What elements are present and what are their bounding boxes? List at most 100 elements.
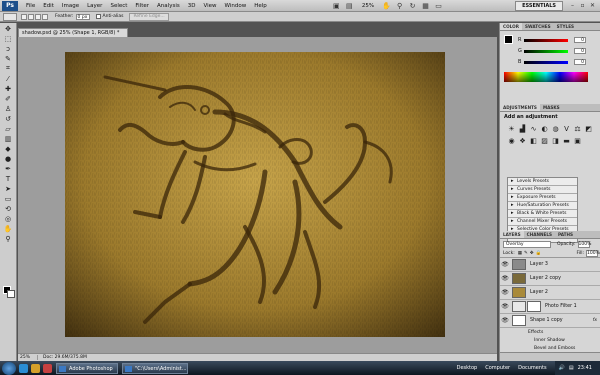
explorer-icon[interactable] xyxy=(31,363,40,373)
screen-mode-icon[interactable]: ▭ xyxy=(434,1,443,10)
tab-channels[interactable]: CHANNELS xyxy=(524,231,555,238)
menu-edit[interactable]: Edit xyxy=(39,0,58,12)
visibility-eye-icon[interactable]: 👁 xyxy=(500,261,510,268)
tab-styles[interactable]: STYLES xyxy=(554,23,577,30)
desktop-link[interactable]: Desktop xyxy=(457,365,478,371)
fx-badge[interactable]: fx xyxy=(593,318,597,323)
blend-mode-select[interactable]: Overlay xyxy=(503,240,551,248)
menu-view[interactable]: View xyxy=(199,0,220,12)
menu-help[interactable]: Help xyxy=(250,0,271,12)
refine-edge-button[interactable]: Refine Edge... xyxy=(129,12,169,21)
green-slider[interactable]: G 0 xyxy=(518,47,598,55)
opacity-input[interactable]: 100% xyxy=(577,240,591,248)
green-value[interactable]: 0 xyxy=(574,48,586,54)
layer-name[interactable]: Photo Filter 1 xyxy=(545,304,577,309)
eraser-tool-icon[interactable]: ▱ xyxy=(3,124,13,133)
document-tab[interactable]: shadow.psd @ 25% (Shape 1, RGB/8) * xyxy=(18,28,128,37)
layer-name[interactable]: Layer 2 copy xyxy=(530,276,561,281)
brightness-icon[interactable]: ☀ xyxy=(506,124,517,133)
preset-hue-saturation[interactable]: Hue/Saturation Presets xyxy=(508,202,577,210)
clone-stamp-tool-icon[interactable]: ♙ xyxy=(3,104,13,113)
photo-filter-icon[interactable]: ◉ xyxy=(506,136,517,145)
menu-file[interactable]: File xyxy=(22,0,39,12)
clock[interactable]: 23:41 xyxy=(578,365,592,371)
fill-input[interactable]: 100% xyxy=(586,249,600,257)
curves-icon[interactable]: ∿ xyxy=(528,124,539,133)
subtract-selection-icon[interactable] xyxy=(35,13,41,20)
volume-icon[interactable]: 🔊 xyxy=(559,365,565,371)
preset-levels[interactable]: Levels Presets xyxy=(508,178,577,186)
intersect-selection-icon[interactable] xyxy=(42,13,48,20)
preset-curves[interactable]: Curves Presets xyxy=(508,186,577,194)
feather-input[interactable]: 0 px xyxy=(75,13,90,20)
task-photoshop[interactable]: Adobe Photoshop ... xyxy=(56,362,118,374)
bridge-icon[interactable]: ▣ xyxy=(332,1,341,10)
move-tool-icon[interactable]: ✥ xyxy=(3,24,13,33)
zoom-tool-icon[interactable]: ⚲ xyxy=(3,234,13,243)
effect-row[interactable]: Inner Shadow xyxy=(500,336,600,344)
menu-analysis[interactable]: Analysis xyxy=(153,0,184,12)
anti-alias-checkbox[interactable] xyxy=(95,14,101,19)
layer-row[interactable]: 👁 Photo Filter 1 xyxy=(500,300,600,314)
tab-paths[interactable]: PATHS xyxy=(555,231,576,238)
menu-3d[interactable]: 3D xyxy=(184,0,200,12)
document-canvas[interactable] xyxy=(65,52,445,337)
lock-all-icon[interactable]: 🔒 xyxy=(536,251,542,256)
layer-name[interactable]: Layer 3 xyxy=(530,262,548,267)
maximize-button[interactable]: ▫ xyxy=(578,2,587,10)
layer-row[interactable]: 👁 Layer 2 xyxy=(500,286,600,300)
tab-color[interactable]: COLOR xyxy=(500,23,522,30)
zoom-level[interactable]: 25% xyxy=(362,3,374,9)
visibility-eye-icon[interactable]: 👁 xyxy=(500,275,510,282)
layer-row[interactable]: 👁 Shape 1 copy fx xyxy=(500,314,600,328)
new-selection-icon[interactable] xyxy=(21,13,27,20)
gradient-tool-icon[interactable]: ▥ xyxy=(3,134,13,143)
hand-icon[interactable]: ✋ xyxy=(382,1,391,10)
type-tool-icon[interactable]: T xyxy=(3,174,13,183)
marquee-tool-icon[interactable]: ⬚ xyxy=(3,34,13,43)
lock-position-icon[interactable]: ✥ xyxy=(530,251,534,256)
zoom-icon[interactable]: ⚲ xyxy=(395,1,404,10)
computer-link[interactable]: Computer xyxy=(485,365,510,371)
doc-size-info[interactable]: Doc: 29.6M/375.8M xyxy=(38,355,87,360)
layer-row[interactable]: 👁 Layer 3 xyxy=(500,258,600,272)
rotate-view-icon[interactable]: ↻ xyxy=(408,1,417,10)
fg-color-chip[interactable] xyxy=(504,35,513,44)
blue-value[interactable]: 0 xyxy=(574,59,586,65)
shape-tool-icon[interactable]: ▭ xyxy=(3,194,13,203)
preset-black-white[interactable]: Black & White Presets xyxy=(508,210,577,218)
3d-rotate-tool-icon[interactable]: ⟲ xyxy=(3,204,13,213)
network-icon[interactable]: ▤ xyxy=(569,365,574,371)
color-spectrum-ramp[interactable] xyxy=(504,72,588,82)
quick-select-tool-icon[interactable]: ✎ xyxy=(3,54,13,63)
documents-link[interactable]: Documents xyxy=(518,365,547,371)
task-cmd[interactable]: "C:\Users\Administ... xyxy=(122,362,188,374)
layer-mask-thumbnail[interactable] xyxy=(527,301,541,312)
invert-icon[interactable]: ◧ xyxy=(528,136,539,145)
blue-slider[interactable]: B 0 xyxy=(518,58,598,66)
add-selection-icon[interactable] xyxy=(28,13,34,20)
path-select-tool-icon[interactable]: ➤ xyxy=(3,184,13,193)
lock-transparency-icon[interactable]: ▦ xyxy=(518,251,522,256)
visibility-eye-icon[interactable]: 👁 xyxy=(500,317,510,324)
layer-name[interactable]: Shape 1 copy xyxy=(530,318,563,323)
lock-pixels-icon[interactable]: ✎ xyxy=(524,251,528,256)
channel-mixer-icon[interactable]: ❖ xyxy=(517,136,528,145)
start-button[interactable] xyxy=(2,361,16,375)
layer-name[interactable]: Layer 2 xyxy=(530,290,548,295)
history-brush-tool-icon[interactable]: ↺ xyxy=(3,114,13,123)
visibility-eye-icon[interactable]: 👁 xyxy=(500,303,510,310)
close-button[interactable]: ✕ xyxy=(588,2,597,10)
arrange-icon[interactable]: ▦ xyxy=(421,1,430,10)
status-zoom[interactable]: 25% xyxy=(18,355,38,360)
minimize-button[interactable]: – xyxy=(568,2,577,10)
background-color-swatch[interactable] xyxy=(7,290,15,298)
levels-icon[interactable]: ▟ xyxy=(517,124,528,133)
vibrance-icon[interactable]: V xyxy=(561,124,572,133)
posterize-icon[interactable]: ▨ xyxy=(539,136,550,145)
workspace-switcher[interactable]: ESSENTIALS xyxy=(515,0,563,11)
menu-layer[interactable]: Layer xyxy=(83,0,106,12)
layer-row[interactable]: 👁 Layer 2 copy xyxy=(500,272,600,286)
dodge-tool-icon[interactable]: ● xyxy=(3,154,13,163)
visibility-eye-icon[interactable]: 👁 xyxy=(500,289,510,296)
